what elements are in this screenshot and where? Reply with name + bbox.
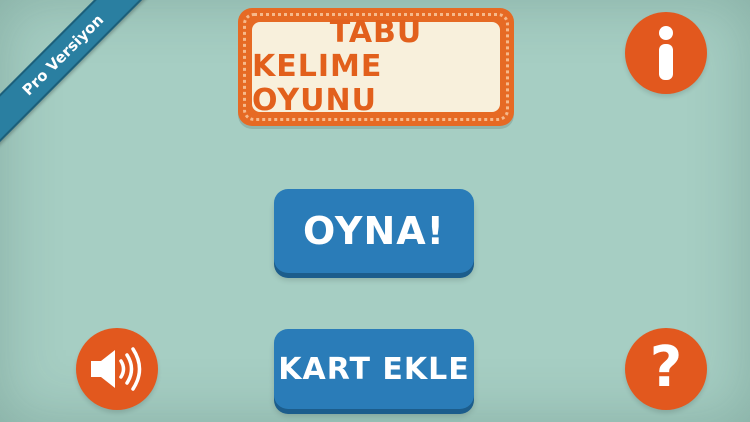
game-title-sign: TABU KELIME OYUNU [238, 8, 514, 126]
question-icon: ? [649, 335, 683, 400]
title-line-2: KELIME OYUNU [252, 49, 383, 118]
play-button[interactable]: OYNA! [274, 189, 474, 273]
add-card-button[interactable]: KART EKLE [274, 329, 474, 409]
help-button[interactable]: ? [625, 328, 707, 410]
title-line-1: TABU [329, 15, 423, 50]
info-button[interactable] [625, 12, 707, 94]
title-sign-panel: TABU KELIME OYUNU [252, 16, 500, 118]
sound-toggle-button[interactable] [76, 328, 158, 410]
pro-version-ribbon-container: Pro Versiyon [0, 0, 180, 180]
speaker-icon [91, 347, 142, 391]
info-icon [659, 26, 673, 80]
pro-version-ribbon: Pro Versiyon [0, 0, 157, 149]
